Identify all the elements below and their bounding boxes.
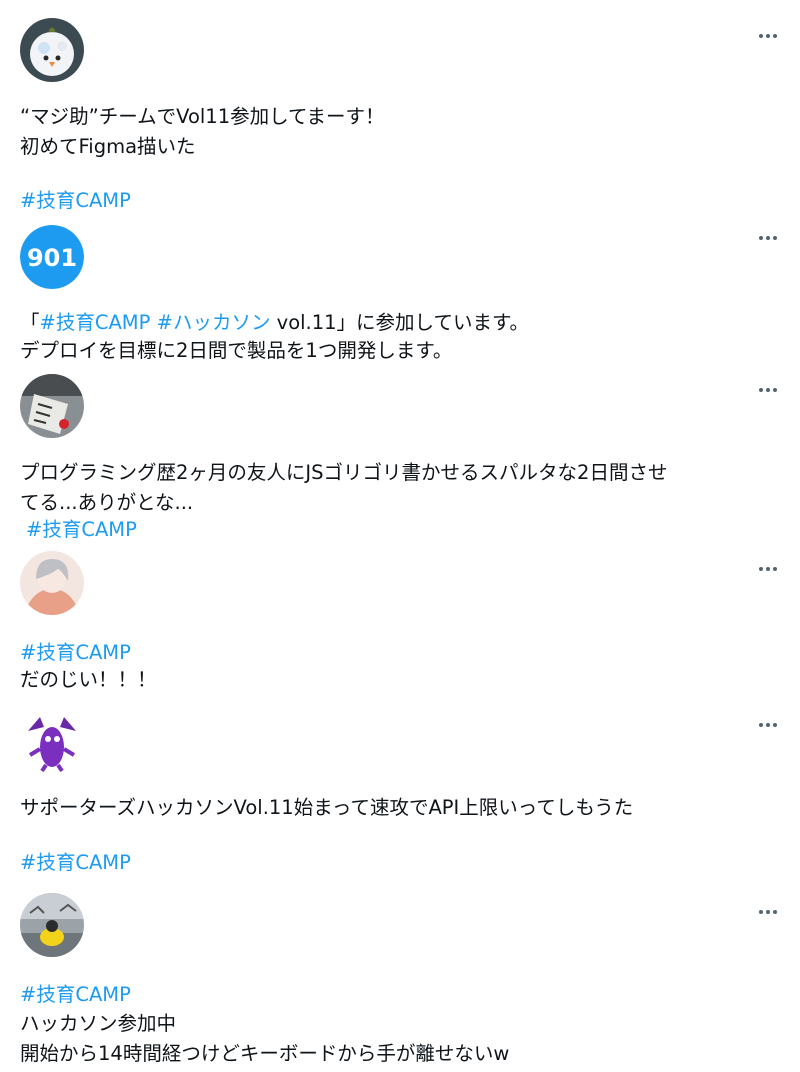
gdev-logo-icon: 901 (20, 225, 84, 289)
tweet-text-line: 「#技育CAMP #ハッカソン vol.11」に参加しています。 (20, 308, 780, 338)
tweet[interactable]: #技育CAMP ハッカソン参加中 開始から14時間経つけどキーボードから手が離せ… (0, 885, 800, 1072)
avatar[interactable] (20, 18, 84, 82)
tweet-text-line: だのじい！！！ (20, 668, 157, 691)
more-icon (759, 910, 763, 914)
hashtag-link[interactable]: #技育CAMP (20, 186, 780, 216)
hashtag-link[interactable]: #ハッカソン (157, 311, 271, 334)
avatar[interactable]: 901 (20, 225, 84, 289)
hashtag-link[interactable]: #技育CAMP (20, 638, 780, 668)
tweet[interactable]: サポーターズハッカソンVol.11始まって速攻でAPI上限いってしもうた #技育… (0, 705, 800, 885)
hashtag-link[interactable]: #技育CAMP (26, 515, 780, 545)
tweet-text: vol.11」に参加しています。 (270, 311, 530, 334)
svg-text:901: 901 (27, 244, 77, 272)
tweet[interactable]: プログラミング歴2ヶ月の友人にJSゴリゴリ書かせるスパルタな2日間させ てる..… (0, 370, 800, 545)
timeline-feed: “マジ助”チームでVol11参加してまーす！ 初めてFigma描いた #技育CA… (0, 0, 800, 1072)
more-icon (759, 388, 763, 392)
more-options-button[interactable] (748, 557, 788, 581)
tweet-text-line: “マジ助”チームでVol11参加してまーす！ (20, 105, 385, 128)
tweet[interactable]: “マジ助”チームでVol11参加してまーす！ 初めてFigma描いた #技育CA… (0, 0, 800, 220)
knitted-bird-icon (20, 18, 84, 82)
hashtag-link[interactable]: #技育CAMP (40, 311, 151, 334)
more-icon (759, 34, 763, 38)
avatar[interactable] (20, 374, 84, 438)
tweet-text-line: てる...ありがとな... (20, 491, 194, 514)
tweet-text-line: サポーターズハッカソンVol.11始まって速攻でAPI上限いってしもうた (20, 796, 634, 819)
anime-character-icon (20, 551, 84, 615)
more-icon (759, 236, 763, 240)
avatar[interactable] (20, 551, 84, 615)
photo-icon (20, 374, 84, 438)
more-options-button[interactable] (748, 378, 788, 402)
avatar[interactable] (20, 893, 84, 957)
yellow-figure-icon (20, 893, 84, 957)
more-icon (759, 567, 763, 571)
more-options-button[interactable] (748, 24, 788, 48)
tweet[interactable]: 901 「#技育CAMP #ハッカソン vol.11」に参加しています。 デプロ… (0, 220, 800, 370)
more-options-button[interactable] (748, 713, 788, 737)
more-icon (759, 723, 763, 727)
tweet-text-line: ハッカソン参加中 (20, 1012, 177, 1035)
tweet-text-line: 初めてFigma描いた (20, 135, 196, 158)
purple-monster-icon (20, 709, 84, 773)
hashtag-link[interactable]: #技育CAMP (20, 848, 780, 878)
more-options-button[interactable] (748, 900, 788, 924)
avatar[interactable] (20, 709, 84, 773)
tweet[interactable]: #技育CAMP だのじい！！！ (0, 545, 800, 705)
tweet-text: 「 (20, 311, 40, 334)
tweet-text-line: デプロイを目標に2日間で製品を1つ開発します。 (20, 339, 453, 362)
tweet-text-line: 開始から14時間経つけどキーボードから手が離せないw (20, 1042, 510, 1065)
tweet-text-line: プログラミング歴2ヶ月の友人にJSゴリゴリ書かせるスパルタな2日間させ (20, 461, 668, 484)
more-options-button[interactable] (748, 226, 788, 250)
hashtag-link[interactable]: #技育CAMP (20, 980, 780, 1010)
